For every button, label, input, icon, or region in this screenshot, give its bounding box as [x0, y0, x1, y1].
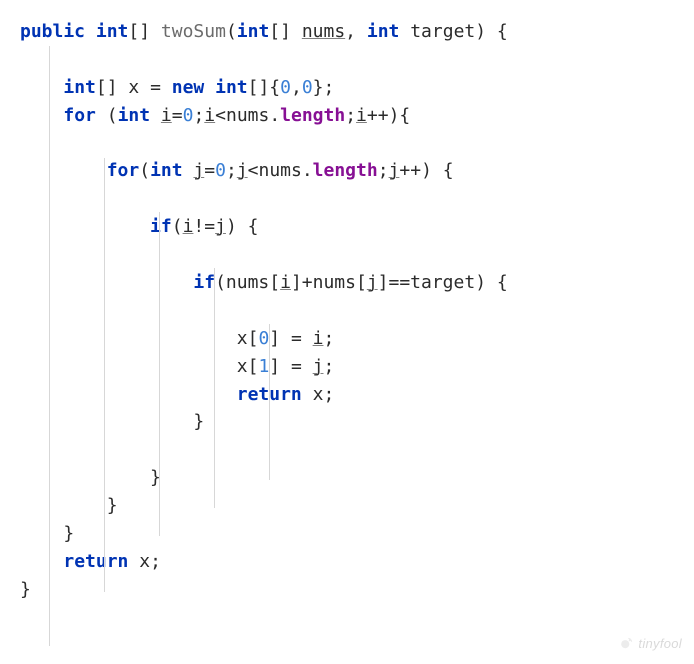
keyword-for: for — [63, 105, 96, 126]
keyword-if: if — [150, 216, 172, 237]
property-length: length — [280, 105, 345, 126]
keyword-public: public — [20, 21, 85, 42]
code-block: public int[] twoSum(int[] nums, int targ… — [20, 18, 684, 604]
watermark-text: tinyfool — [638, 636, 682, 651]
keyword-int: int — [96, 21, 129, 42]
code-content: public int[] twoSum(int[] nums, int targ… — [20, 18, 684, 604]
weibo-icon — [620, 636, 634, 651]
method-name: twoSum — [161, 21, 226, 42]
watermark: tinyfool — [620, 634, 682, 654]
param-target: target — [410, 21, 475, 42]
param-nums: nums — [302, 21, 345, 42]
